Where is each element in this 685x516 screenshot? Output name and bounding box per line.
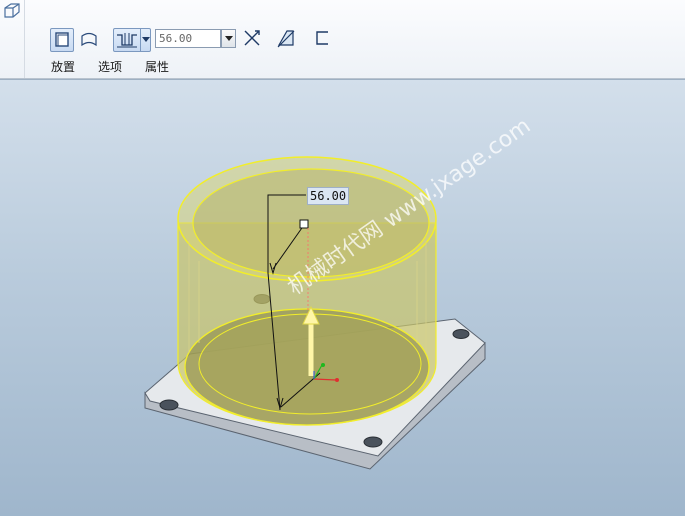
model-graphics: [144, 156, 486, 470]
solid-icon: [55, 32, 69, 47]
remove-material-button[interactable]: [275, 27, 299, 51]
chevron-down-icon: [225, 36, 233, 41]
dashboard-toolbar: 56.00 放置 选项 属性: [0, 0, 685, 79]
chevron-down-icon: [142, 37, 150, 42]
dimension-value-label[interactable]: 56.00: [307, 187, 350, 205]
solid-button[interactable]: [50, 28, 74, 52]
flip-direction-icon: [244, 30, 260, 46]
tab-placement[interactable]: 放置: [51, 58, 75, 75]
tab-properties[interactable]: 属性: [145, 58, 169, 75]
depth-input[interactable]: 56.00: [155, 29, 221, 48]
thicken-icon: [316, 31, 328, 45]
blind-depth-icon: [117, 33, 137, 48]
thicken-button[interactable]: [311, 27, 335, 51]
feature-cube-icon[interactable]: [2, 2, 22, 20]
surface-button[interactable]: [78, 28, 102, 52]
depth-dropdown-button[interactable]: [221, 29, 236, 48]
model-viewport[interactable]: 56.00 机械时代网 www.jxage.com: [0, 79, 685, 516]
flip-direction-button[interactable]: [241, 27, 265, 51]
remove-material-icon: [277, 30, 295, 48]
toolbar-divider: [24, 0, 25, 78]
depth-option-button[interactable]: [113, 28, 151, 52]
tab-options[interactable]: 选项: [98, 58, 122, 75]
surface-icon: [81, 32, 97, 47]
